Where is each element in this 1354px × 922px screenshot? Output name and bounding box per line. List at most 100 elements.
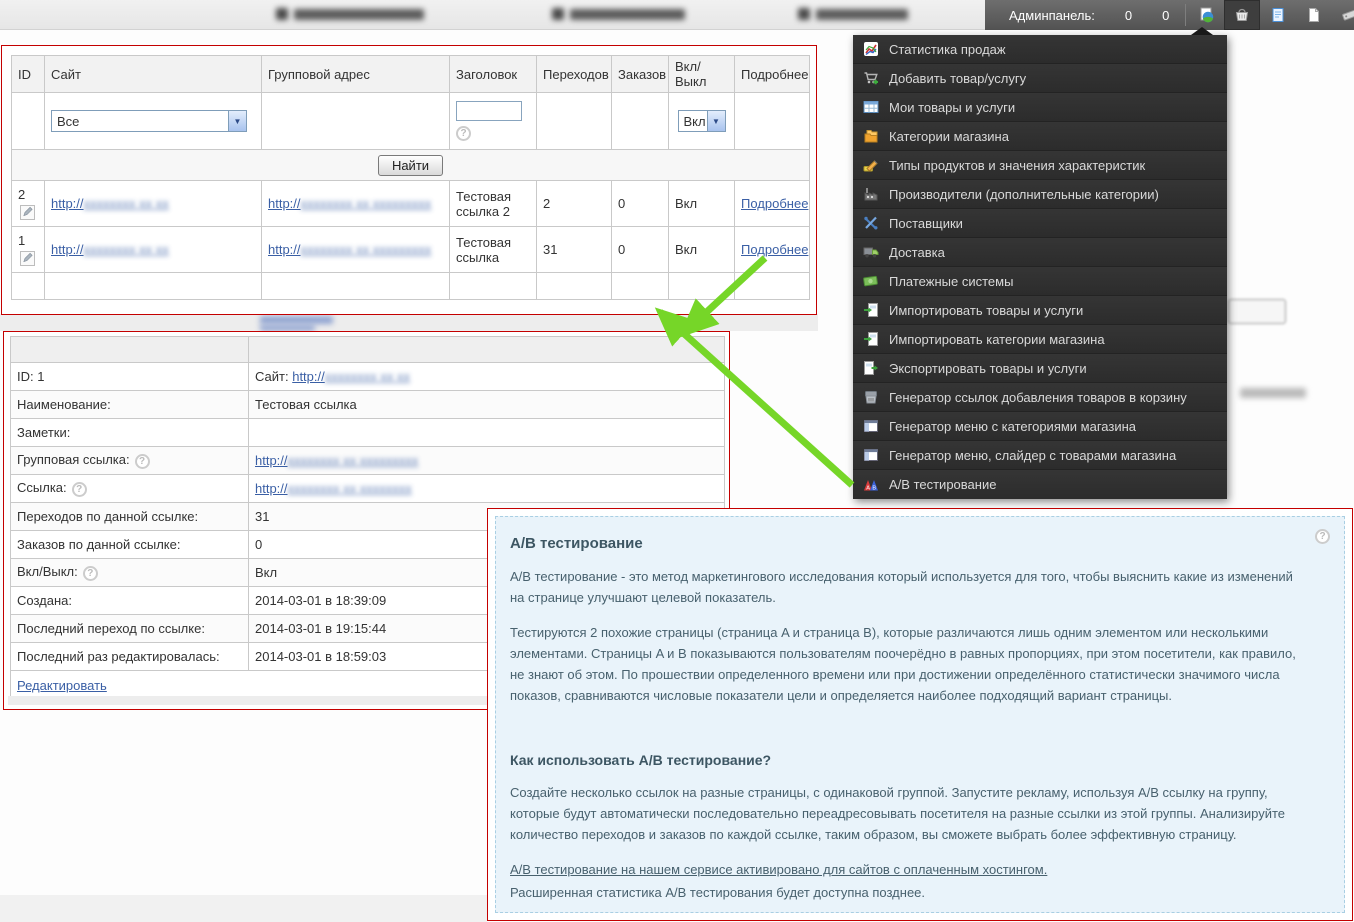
doc-white-icon[interactable] — [1296, 0, 1332, 30]
title-filter-input[interactable] — [456, 100, 522, 121]
column-header: Сайт — [44, 55, 262, 93]
detail-value: Тестовая ссылка — [248, 390, 725, 419]
svg-text:B: B — [872, 485, 876, 491]
menu-item-1[interactable]: Статистика продаж — [853, 35, 1227, 64]
menu-item-label: Доставка — [889, 244, 945, 260]
admin-bar: Админпанель: 0 0 — [985, 0, 1354, 30]
edit-pencil-icon[interactable] — [20, 205, 35, 220]
tag-icon[interactable] — [1332, 0, 1354, 30]
url-link[interactable]: http://xxxxxxxx xx xx — [51, 242, 169, 257]
blurred-tab — [294, 9, 424, 20]
detail-label: Заметки: — [17, 425, 71, 440]
admin-count-2[interactable]: 0 — [1162, 8, 1169, 23]
menu-item-label: Импортировать категории магазина — [889, 331, 1105, 347]
help-icon[interactable]: ? — [1315, 529, 1330, 544]
state-filter-select[interactable]: Вкл ▼ — [677, 110, 726, 132]
detail-value — [248, 418, 725, 447]
menu-item-8[interactable]: Доставка — [853, 238, 1227, 267]
url-link[interactable]: http://xxxxxxxx xx xxxxxxxxx — [268, 242, 431, 257]
details-link[interactable]: Подробнее — [741, 196, 808, 211]
menu-item-6[interactable]: Производители (дополнительные категории) — [853, 180, 1227, 209]
detail-row: ID: 1 Сайт: http://xxxxxxxx xx xx — [10, 362, 725, 391]
edit-pencil-icon[interactable] — [20, 251, 35, 266]
ab-activated-link[interactable]: A/B тестирование на нашем сервисе активи… — [510, 859, 1047, 880]
blurred-tab-icon — [552, 8, 564, 20]
menu-item-2[interactable]: Добавить товар/услугу — [853, 64, 1227, 93]
detail-label: Создана: — [17, 593, 72, 608]
url-link[interactable]: http://xxxxxxxx xx xx — [292, 369, 410, 384]
search-button[interactable]: Найти — [377, 154, 444, 176]
blurred-tab-icon — [276, 8, 288, 20]
url-link[interactable]: http://xxxxxxxx xx xxxxxxxx — [255, 481, 412, 496]
edit-link[interactable]: Редактировать — [17, 678, 107, 693]
site-filter-select[interactable]: Все ▼ — [51, 110, 247, 132]
row-transitions: 31 — [536, 226, 612, 273]
menu-item-13[interactable]: Генератор ссылок добавления товаров в ко… — [853, 383, 1227, 412]
menu-item-12[interactable]: Экспортировать товары и услуги — [853, 354, 1227, 383]
blurred-tab — [570, 9, 685, 20]
cart-gen-icon — [863, 389, 880, 405]
detail-label: Переходов по данной ссылке: — [17, 509, 199, 524]
help-icon[interactable]: ? — [71, 481, 87, 497]
menu-item-label: Категории магазина — [889, 128, 1009, 144]
help-icon[interactable]: ? — [456, 126, 471, 142]
state-filter-value: Вкл — [683, 113, 706, 129]
ab-info-paragraph-1: A/B тестирование - это метод маркетингов… — [510, 569, 1293, 605]
export-icon — [863, 360, 880, 376]
blurred-link — [260, 316, 333, 324]
background-band — [0, 314, 818, 331]
url-link[interactable]: http://xxxxxxxx xx xx — [51, 196, 169, 211]
menu-item-10[interactable]: Импортировать товары и услуги — [853, 296, 1227, 325]
menu-item-label: Импортировать товары и услуги — [889, 302, 1084, 318]
ab-info-title: A/B тестирование — [510, 535, 643, 552]
ab-info-paragraph-3: Создайте несколько ссылок на разные стра… — [510, 785, 1286, 842]
basket-icon[interactable] — [1224, 0, 1261, 30]
detail-row: Заметки: — [10, 418, 725, 447]
menu-item-label: Платежные системы — [889, 273, 1014, 289]
row-title: Тестовая ссылка 2 — [449, 180, 537, 227]
detail-row: Наименование: Тестовая ссылка — [10, 390, 725, 419]
menu-item-3[interactable]: Мои товары и услуги — [853, 93, 1227, 122]
url-link[interactable]: http://xxxxxxxx xx xxxxxxxxx — [268, 196, 431, 211]
background-footer-band — [0, 895, 487, 922]
menu-item-4[interactable]: Категории магазина — [853, 122, 1227, 151]
help-icon[interactable]: ? — [82, 565, 98, 581]
blurred-button — [1228, 299, 1286, 324]
admin-toolbar-icons — [1188, 0, 1354, 30]
column-header: Вкл/Выкл — [668, 55, 735, 93]
menu-item-7[interactable]: Поставщики — [853, 209, 1227, 238]
column-header: Групповой адрес — [261, 55, 450, 93]
menu-item-11[interactable]: Импортировать категории магазина — [853, 325, 1227, 354]
row-transitions: 2 — [536, 180, 612, 227]
doc-blue-icon[interactable] — [1260, 0, 1296, 30]
menu-item-5[interactable]: Типы продуктов и значения характеристик — [853, 151, 1227, 180]
redacted-url: xxxxxxxx xx xxxxxxxxx — [300, 196, 432, 211]
redacted-url: xxxxxxxx xx xxxxxxxxx — [300, 242, 432, 257]
help-icon[interactable]: ? — [134, 453, 150, 469]
truck-icon — [863, 244, 880, 260]
ab-info-paragraph-2: Тестируются 2 похожие страницы (страница… — [510, 625, 1296, 703]
detail-label: Наименование: — [17, 397, 111, 412]
detail-label: Ссылка: — [17, 480, 67, 496]
admin-count-1[interactable]: 0 — [1125, 8, 1132, 23]
shop-dropdown-menu: Статистика продаж Добавить товар/услугу Мо… — [853, 27, 1227, 499]
row-id: 2 — [18, 187, 26, 202]
factory-icon — [863, 186, 880, 202]
characteristics-icon — [863, 157, 880, 173]
ab-info-subtitle: Как использовать A/B тестирование? — [510, 752, 772, 768]
details-header-row — [10, 336, 725, 363]
svg-text:A: A — [866, 485, 870, 491]
details-link[interactable]: Подробнее — [741, 242, 808, 257]
menu-item-label: Экспортировать товары и услуги — [889, 360, 1087, 376]
blurred-text — [1240, 388, 1306, 398]
menu-item-label: Генератор меню, слайдер с товарами магаз… — [889, 447, 1177, 463]
menu-item-16[interactable]: A B A/B тестирование — [853, 470, 1227, 499]
globe-page-icon[interactable] — [1188, 0, 1224, 30]
redacted-url: xxxxxxxx xx xx — [324, 369, 410, 384]
menu-item-9[interactable]: Платежные системы — [853, 267, 1227, 296]
menu-item-15[interactable]: Генератор меню, слайдер с товарами магаз… — [853, 441, 1227, 470]
column-header: ID — [11, 55, 45, 93]
menu-item-14[interactable]: Генератор меню с категориями магазина — [853, 412, 1227, 441]
url-link[interactable]: http://xxxxxxxx xx xxxxxxxxx — [255, 453, 418, 468]
row-state: Вкл — [668, 180, 735, 227]
